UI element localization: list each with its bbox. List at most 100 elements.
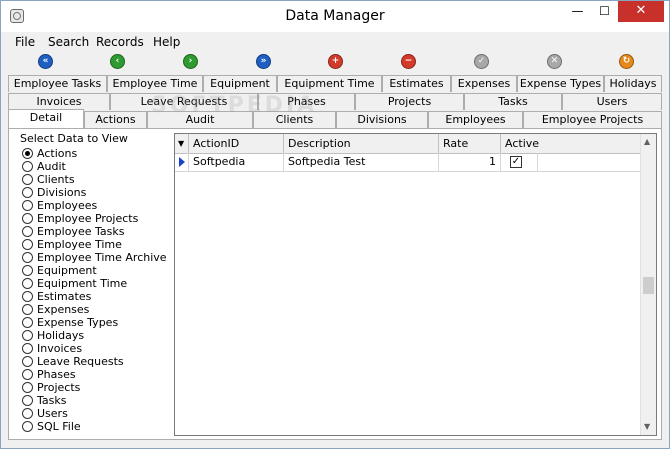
radio-button[interactable] [22, 265, 33, 276]
tab-invoices[interactable]: Invoices [8, 93, 110, 110]
radio-button[interactable] [22, 291, 33, 302]
tab-equipment-time[interactable]: Equipment Time [277, 75, 382, 92]
tab-expense-types[interactable]: Expense Types [517, 75, 604, 92]
radio-button[interactable] [22, 408, 33, 419]
refresh-button[interactable]: ↻ [619, 54, 634, 69]
radio-button[interactable] [22, 317, 33, 328]
radio-button[interactable] [22, 356, 33, 367]
tab-detail[interactable]: Detail [8, 109, 84, 129]
tab-employees[interactable]: Employees [428, 111, 523, 128]
cell-active[interactable]: ✓ [501, 153, 538, 171]
radio-label: Employee Tasks [37, 225, 125, 238]
radio-button[interactable] [22, 252, 33, 263]
previous-record-button[interactable]: ‹ [110, 54, 125, 69]
radio-label: Audit [37, 160, 66, 173]
radio-button[interactable] [22, 330, 33, 341]
last-icon: » [260, 56, 267, 66]
radio-button[interactable] [22, 239, 33, 250]
radio-button[interactable] [22, 226, 33, 237]
tab-divisions[interactable]: Divisions [336, 111, 428, 128]
radio-button[interactable] [22, 278, 33, 289]
cancel-record-button[interactable]: ✕ [547, 54, 562, 69]
next-icon: › [188, 56, 193, 66]
tab-projects[interactable]: Projects [355, 93, 464, 110]
scroll-thumb[interactable] [643, 277, 654, 294]
radio-label: Divisions [37, 186, 87, 199]
radio-button[interactable] [22, 161, 33, 172]
radio-label: Expenses [37, 303, 90, 316]
menu-help[interactable]: Help [153, 35, 180, 49]
tab-audit[interactable]: Audit [147, 111, 253, 128]
close-button[interactable]: ✕ [618, 1, 664, 22]
radio-button[interactable] [22, 369, 33, 380]
radio-button[interactable] [22, 187, 33, 198]
tab-expenses[interactable]: Expenses [451, 75, 517, 92]
radio-label: Employee Projects [37, 212, 139, 225]
radio-button[interactable] [22, 213, 33, 224]
tab-holidays[interactable]: Holidays [604, 75, 662, 92]
add-record-button[interactable]: + [328, 54, 343, 69]
menu-records[interactable]: Records [96, 35, 144, 49]
tab-employee-tasks[interactable]: Employee Tasks [8, 75, 107, 92]
column-header-actionid[interactable]: ActionID [189, 134, 284, 153]
menu-file[interactable]: File [15, 35, 35, 49]
save-record-button[interactable]: ✓ [474, 54, 489, 69]
next-record-button[interactable]: › [183, 54, 198, 69]
cell-description[interactable]: Softpedia Test [284, 153, 439, 171]
radio-label: Expense Types [37, 316, 119, 329]
radio-button[interactable] [22, 148, 33, 159]
delete-icon: − [404, 56, 413, 66]
data-manager-window: Data Manager — ☐ ✕ File Search Records H… [0, 0, 670, 449]
active-checkbox[interactable]: ✓ [510, 156, 522, 168]
radio-label: Leave Requests [37, 355, 124, 368]
radio-button[interactable] [22, 200, 33, 211]
tab-leave-requests[interactable]: Leave Requests [110, 93, 258, 110]
radio-label: Users [37, 407, 68, 420]
radio-button[interactable] [22, 343, 33, 354]
tab-actions[interactable]: Actions [84, 111, 147, 128]
radio-label: Employees [37, 199, 98, 212]
scroll-up-icon[interactable]: ▲ [644, 137, 650, 146]
title-bar: Data Manager — ☐ ✕ [1, 1, 669, 32]
tab-phases[interactable]: Phases [258, 93, 355, 110]
column-header-rate[interactable]: Rate [439, 134, 501, 153]
last-record-button[interactable]: » [256, 54, 271, 69]
sort-indicator-icon[interactable]: ▼ [175, 134, 189, 153]
tab-users[interactable]: Users [562, 93, 662, 110]
tab-clients[interactable]: Clients [253, 111, 336, 128]
radio-button[interactable] [22, 382, 33, 393]
radio-button[interactable] [22, 304, 33, 315]
tab-equipment[interactable]: Equipment [203, 75, 277, 92]
scroll-down-icon[interactable]: ▼ [644, 422, 650, 431]
first-record-button[interactable]: « [38, 54, 53, 69]
maximize-button[interactable]: ☐ [591, 1, 618, 22]
grid-header: ▼ ActionID Description Rate Active [175, 134, 640, 154]
toolbar: « ‹ › » + − ✓ ✕ ↻ [1, 52, 669, 72]
minimize-button[interactable]: — [564, 1, 591, 22]
radio-label: Employee Time Archive [37, 251, 167, 264]
data-grid[interactable]: ▼ ActionID Description Rate Active Softp… [174, 133, 657, 436]
cancel-icon: ✕ [550, 56, 559, 66]
table-row[interactable]: Softpedia Softpedia Test 1 ✓ [175, 153, 640, 172]
menu-search[interactable]: Search [48, 35, 89, 49]
cell-rate[interactable]: 1 [439, 153, 501, 171]
tab-employee-time[interactable]: Employee Time [107, 75, 203, 92]
save-icon: ✓ [477, 56, 486, 66]
delete-record-button[interactable]: − [401, 54, 416, 69]
row-selector[interactable] [175, 153, 189, 171]
radio-label: Projects [37, 381, 81, 394]
radio-button[interactable] [22, 395, 33, 406]
column-header-description[interactable]: Description [284, 134, 439, 153]
tab-estimates[interactable]: Estimates [382, 75, 451, 92]
previous-icon: ‹ [115, 56, 120, 66]
tab-employee-projects[interactable]: Employee Projects [523, 111, 662, 128]
radio-button[interactable] [22, 421, 33, 432]
vertical-scrollbar[interactable]: ▲ ▼ [640, 134, 656, 435]
tab-tasks[interactable]: Tasks [464, 93, 562, 110]
row-pointer-icon [179, 157, 185, 167]
radio-label: Actions [37, 147, 78, 160]
radio-button[interactable] [22, 174, 33, 185]
select-data-label: Select Data to View [20, 132, 128, 145]
column-header-active[interactable]: Active [501, 134, 539, 153]
cell-actionid[interactable]: Softpedia [189, 153, 284, 171]
